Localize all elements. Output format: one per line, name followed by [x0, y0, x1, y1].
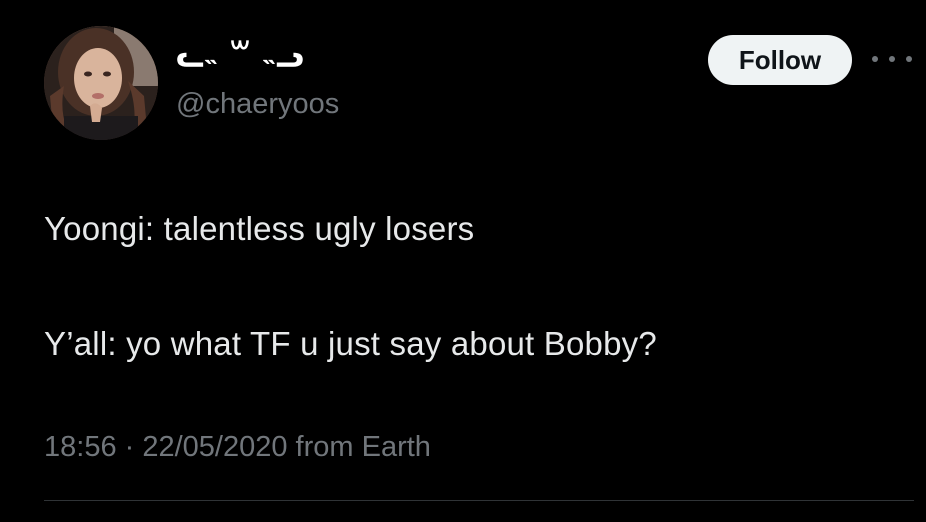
ellipsis-icon	[889, 56, 895, 62]
user-handle[interactable]: @chaeryoos	[176, 88, 339, 121]
avatar-photo-icon	[44, 26, 158, 140]
tweet-text-line: Y’all: yo what TF u just say about Bobby…	[44, 325, 657, 362]
ellipsis-icon	[872, 56, 878, 62]
ellipsis-icon	[906, 56, 912, 62]
tweet-card: ᓚ˵ ꒳ ˵ᓗ @chaeryoos Follow Yoongi: talent…	[0, 0, 926, 522]
avatar[interactable]	[44, 26, 158, 140]
display-name[interactable]: ᓚ˵ ꒳ ˵ᓗ	[176, 36, 306, 75]
tweet-text-line: Yoongi: talentless ugly losers	[44, 210, 475, 247]
tweet-timestamp[interactable]: 18:56 · 22/05/2020 from Earth	[44, 431, 431, 464]
divider	[44, 500, 914, 501]
more-options-button[interactable]	[872, 44, 912, 74]
follow-button[interactable]: Follow	[708, 35, 852, 85]
